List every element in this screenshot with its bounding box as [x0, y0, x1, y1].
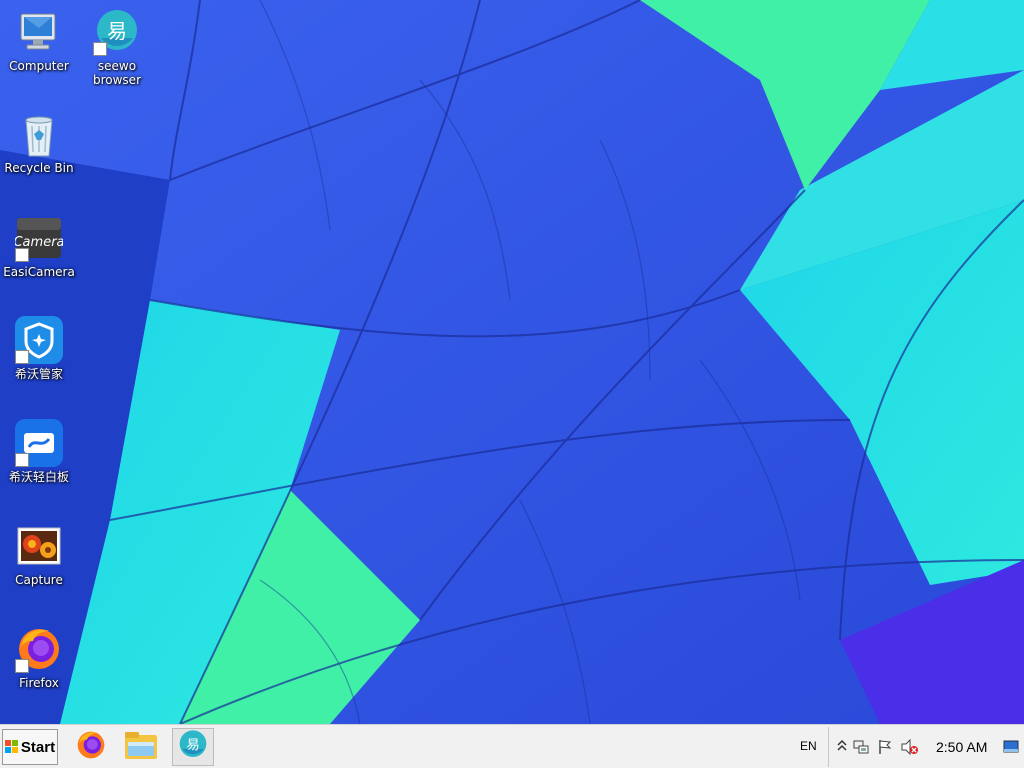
easicamera-icon: Camera: [13, 214, 65, 262]
shortcut-arrow-icon: [15, 453, 29, 467]
start-button[interactable]: Start: [2, 729, 58, 765]
desktop-icon-label: Recycle Bin: [4, 161, 74, 175]
firefox-icon: [75, 729, 107, 765]
shortcut-arrow-icon: [15, 659, 29, 673]
firefox-icon: [15, 625, 63, 673]
volume-muted-icon[interactable]: [901, 738, 919, 759]
shortcut-arrow-icon: [15, 350, 29, 364]
desktop[interactable]: Computer 易 seewo browser Recycle Bin Cam…: [0, 0, 1024, 724]
windows-logo-icon: [4, 740, 19, 754]
shortcut-arrow-icon: [15, 248, 29, 262]
desktop-icon-label: Firefox: [19, 676, 59, 690]
svg-text:易: 易: [107, 19, 127, 43]
seewo-whiteboard-icon: [15, 419, 63, 467]
desktop-icon-recycle-bin[interactable]: Recycle Bin: [1, 110, 77, 175]
taskbar-clock[interactable]: 2:50 AM: [936, 739, 987, 755]
desktop-icon-label: seewo browser: [92, 59, 141, 87]
action-center-flag-icon[interactable]: [877, 739, 893, 759]
desktop-icon-seewo-manager[interactable]: 希沃管家: [1, 316, 77, 381]
desktop-icon-label: Capture: [15, 573, 63, 587]
svg-text:易: 易: [186, 738, 199, 753]
desktop-icon-seewo-whiteboard[interactable]: 希沃轻白板: [1, 419, 77, 484]
taskbar-file-explorer[interactable]: [120, 728, 162, 766]
show-hidden-icons-icon[interactable]: [837, 738, 847, 757]
taskbar: Start 易 EN 2:50 AM: [0, 724, 1024, 768]
desktop-icon-label: EasiCamera: [3, 265, 75, 279]
desktop-wallpaper: [0, 0, 1024, 724]
desktop-icon-seewo-browser[interactable]: 易 seewo browser: [79, 8, 155, 87]
desktop-icon-easicamera[interactable]: Camera EasiCamera: [1, 214, 77, 279]
language-indicator[interactable]: EN: [800, 739, 817, 753]
start-label: Start: [20, 738, 56, 756]
desktop-icon-label: 希沃轻白板: [8, 470, 69, 484]
desktop-icon-label: Computer: [9, 59, 69, 73]
taskbar-firefox[interactable]: [70, 728, 112, 766]
shortcut-arrow-icon: [93, 42, 107, 56]
desktop-icon-firefox[interactable]: Firefox: [1, 625, 77, 690]
system-tray: 2:50 AM: [828, 727, 1024, 767]
seewo-browser-icon: 易: [93, 8, 141, 56]
recycle-bin-icon: [15, 110, 63, 158]
seewo-manager-icon: [15, 316, 63, 364]
desktop-icon-computer[interactable]: Computer: [1, 8, 77, 73]
desktop-icon-capture[interactable]: Capture: [1, 522, 77, 587]
computer-icon: [15, 8, 63, 56]
seewo-browser-icon: 易: [177, 729, 209, 765]
file-explorer-icon: [124, 730, 158, 764]
show-desktop-icon[interactable]: [1003, 739, 1019, 758]
taskbar-seewo-browser[interactable]: 易: [172, 728, 214, 766]
capture-icon: [15, 522, 63, 570]
network-icon[interactable]: [853, 739, 869, 759]
desktop-icon-label: 希沃管家: [14, 367, 63, 381]
